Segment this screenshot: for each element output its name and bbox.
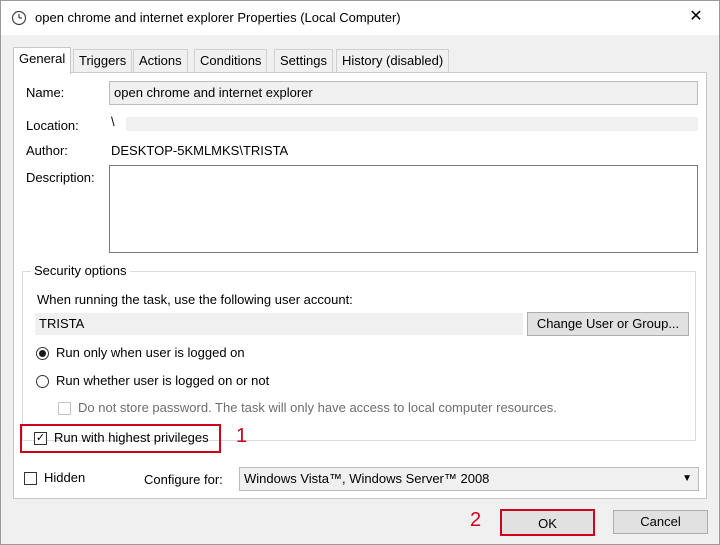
- run-logged-on-label[interactable]: Run only when user is logged on: [56, 345, 245, 360]
- name-field[interactable]: open chrome and internet explorer: [109, 81, 698, 105]
- hidden-checkbox[interactable]: [24, 472, 37, 485]
- location-value: \: [111, 114, 115, 129]
- author-value: DESKTOP-5KMLMKS\TRISTA: [111, 143, 289, 158]
- author-label: Author:: [26, 143, 68, 158]
- configure-for-label: Configure for:: [144, 472, 223, 487]
- run-whether-label[interactable]: Run whether user is logged on or not: [56, 373, 269, 388]
- chevron-down-icon: ▼: [682, 473, 692, 484]
- task-scheduler-icon: [11, 10, 27, 26]
- description-field[interactable]: [109, 165, 698, 253]
- cancel-button[interactable]: Cancel: [613, 510, 708, 534]
- account-prompt: When running the task, use the following…: [37, 292, 353, 307]
- title-bar: open chrome and internet explorer Proper…: [1, 1, 719, 35]
- tab-general[interactable]: General: [13, 47, 72, 74]
- change-user-button[interactable]: Change User or Group...: [527, 312, 689, 336]
- location-label: Location:: [26, 118, 79, 133]
- tab-conditions[interactable]: Conditions: [194, 49, 268, 73]
- close-icon[interactable]: ✕: [673, 1, 719, 35]
- location-field: [126, 117, 698, 131]
- tab-settings[interactable]: Settings: [274, 49, 333, 73]
- general-panel: Name: open chrome and internet explorer …: [13, 72, 707, 499]
- run-logged-on-radio[interactable]: [36, 347, 49, 360]
- run-whether-radio[interactable]: [36, 375, 49, 388]
- configure-for-value: Windows Vista™, Windows Server™ 2008: [244, 471, 490, 486]
- no-store-password-label: Do not store password. The task will onl…: [78, 400, 557, 415]
- user-account-field: TRISTA: [35, 313, 523, 335]
- name-label: Name:: [26, 85, 65, 100]
- tab-triggers[interactable]: Triggers: [73, 49, 133, 73]
- step1-annotation: 1: [236, 425, 248, 447]
- security-options-group: Security options When running the task, …: [22, 263, 696, 441]
- properties-dialog: open chrome and internet explorer Proper…: [0, 0, 720, 545]
- security-options-label: Security options: [31, 263, 130, 278]
- window-title: open chrome and internet explorer Proper…: [35, 10, 401, 25]
- step2-annotation: 2: [470, 509, 482, 531]
- ok-button[interactable]: OK: [500, 509, 595, 536]
- tab-actions[interactable]: Actions: [133, 49, 188, 73]
- step1-highlight-box: [20, 424, 221, 453]
- description-label: Description:: [26, 170, 95, 185]
- hidden-label[interactable]: Hidden: [44, 470, 85, 485]
- tab-history[interactable]: History (disabled): [336, 49, 450, 73]
- configure-for-select[interactable]: Windows Vista™, Windows Server™ 2008 ▼: [239, 467, 699, 491]
- no-store-password-checkbox: [58, 402, 71, 415]
